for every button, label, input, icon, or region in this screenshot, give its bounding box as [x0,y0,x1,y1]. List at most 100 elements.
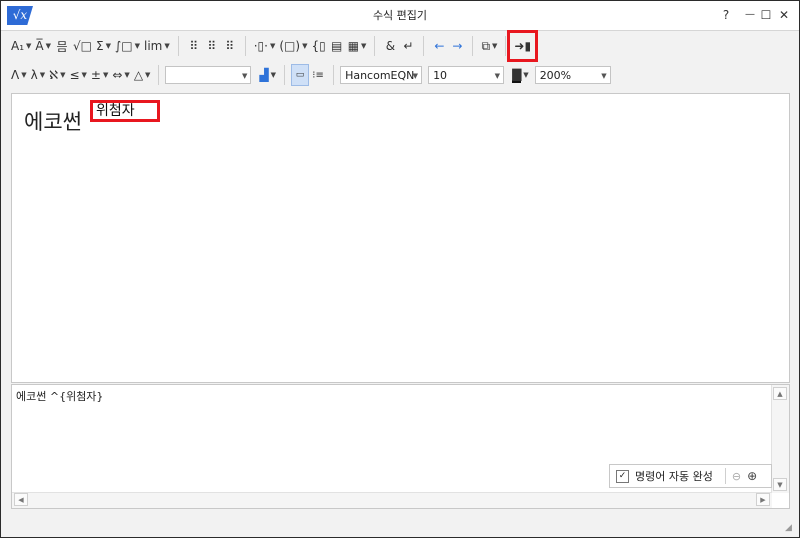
operator-button[interactable]: ± ▼ [89,64,110,86]
scroll-down-arrow-icon[interactable]: ▼ [773,478,787,491]
help-button[interactable]: ? [715,6,737,24]
bracket-icon-3: {▯ [311,39,326,53]
font-combo[interactable]: HancomEQN ▼ [340,66,423,84]
hebrew-symbol-button[interactable]: ℵ ▼ [47,64,67,86]
chevron-down-icon: ▼ [302,42,308,50]
bracket-button-3[interactable]: {▯ [309,35,327,57]
scroll-up-arrow-icon[interactable]: ▲ [773,387,787,400]
hebrew-symbol-icon: ℵ [49,68,59,82]
bracket-button-1[interactable]: ·▯· ▼ [252,35,278,57]
zoom-out-icon[interactable]: ⊖ [732,470,741,483]
chevron-down-icon: ▼ [102,71,109,79]
chevron-down-icon: ▼ [105,42,111,50]
equation-canvas[interactable]: 에코썬 위첨자 [11,93,790,383]
font-color-icon: ▇ [512,66,522,83]
zoom-combo-value: 200% [539,69,572,82]
greek-lower-button[interactable]: λ ▼ [29,64,48,86]
equation-editor-window: √x 수식 편집기 ? — ☐ ✕ A₁ ▼ A̅ ▼ 믐 √□ Σ ▼ ∫□ ▼ lim ▼ ⠿ ⠿ ⠿ ·… [0,0,800,538]
line-spacing-icon: ⁝≡ [312,69,324,81]
chevron-down-icon: ▼ [270,71,277,79]
scroll-left-arrow-icon[interactable]: ◀ [14,493,28,506]
chevron-down-icon: ▼ [601,72,607,80]
chevron-down-icon: ▼ [81,71,87,79]
root-icon: √□ [73,39,93,53]
symbol-buttons: Λ ▼ λ ▼ ℵ ▼ ≤ ▼ ± ▼ ⇔ ▼ △ ▼ [9,64,152,86]
toolbar-separator [158,65,160,85]
matrix-grid-button[interactable]: ▤ [328,35,346,57]
greek-upper-button[interactable]: Λ ▼ [9,64,29,86]
font-color-button[interactable]: ▇ ▼ [510,64,531,86]
equation-superscript-box[interactable]: 위첨자 [90,100,160,122]
chevron-down-icon: ▼ [523,71,529,79]
resize-grip-icon[interactable]: ◢ [785,523,795,533]
toolbar-row-2: Λ ▼ λ ▼ ℵ ▼ ≤ ▼ ± ▼ ⇔ ▼ △ ▼ ▼ ▟ ▼ ▭ ⁝≡ HancomEQN ▼ 10 … [9,61,617,89]
integral-button[interactable]: ∫□ ▼ [113,35,142,57]
chevron-down-icon: ▼ [60,71,66,79]
newline-button[interactable]: ↵ [399,35,417,57]
scroll-right-arrow-icon[interactable]: ▶ [756,493,770,506]
close-button[interactable]: ✕ [773,6,795,24]
insert-function-icon: ⧉ [481,38,491,53]
equation-base-text: 에코썬 [24,110,82,134]
autocomplete-panel: ✓ 명령어 자동 완성 ⊖ ⊕ [609,464,772,488]
display-mode-icon: ▭ [295,70,305,80]
text-color-button[interactable]: ▟ ▼ [257,64,278,86]
bracket-icon-2: (□) [279,39,301,53]
color-person-icon: ▟ [259,68,269,82]
autocomplete-checkbox[interactable]: ✓ [616,469,629,483]
chevron-down-icon: ▼ [26,42,32,50]
sum-icon: Σ [96,39,104,53]
align-ampersand-button[interactable]: & [381,35,399,57]
toolbar-separator [472,36,474,56]
toolbar-separator [244,36,246,56]
font-size-combo[interactable]: 10 ▼ [428,66,505,84]
matrix-button-1[interactable]: ⠿ [185,35,203,57]
line-spacing-button[interactable]: ⁝≡ [309,64,327,86]
chevron-down-icon: ▼ [124,71,130,79]
next-button[interactable]: → [448,35,466,57]
align-ampersand-icon: & [385,39,396,53]
toolbar-separator [333,65,335,85]
matrix-icon-2: ⠿ [207,39,217,53]
zoom-combo[interactable]: 200% ▼ [534,66,611,84]
newline-icon: ↵ [403,39,414,53]
misc-symbol-button[interactable]: △ ▼ [132,64,153,86]
chevron-down-icon: ▼ [361,42,367,50]
matrix-button-2[interactable]: ⠿ [203,35,221,57]
matrix-icon-3: ⠿ [225,39,235,53]
vertical-scrollbar[interactable]: ▲ ▼ [771,385,789,493]
chevron-down-icon: ▼ [134,42,140,50]
limit-button[interactable]: lim ▼ [142,35,172,57]
window-title: 수식 편집기 [372,9,428,22]
horizontal-scrollbar[interactable]: ◀ ▶ [12,492,772,508]
chevron-down-icon: ▼ [269,42,276,50]
toolbar-separator [505,36,507,56]
root-button[interactable]: √□ [71,35,94,57]
subscript-superscript-button[interactable]: A₁ ▼ [9,35,33,57]
relation-button[interactable]: ≤ ▼ [67,64,88,86]
subscript-superscript-icon: A₁ [11,39,25,53]
fraction-button[interactable]: 믐 [53,35,71,57]
matrix-button-3[interactable]: ⠿ [221,35,239,57]
script-editor[interactable]: 에코썬 ^{위첨자} ▲ ▼ ✓ 명령어 자동 완성 ⊖ ⊕ ◀ ▶ [11,384,790,509]
chevron-down-icon: ▼ [494,72,501,80]
display-mode-button[interactable]: ▭ [291,64,310,86]
greek-lower-icon: λ [30,68,38,82]
chevron-down-icon: ▼ [492,42,498,50]
toolbar-separator [284,65,286,85]
sum-button[interactable]: Σ ▼ [94,35,113,57]
save-exit-button[interactable]: ➜▮ [507,30,538,62]
bracket-button-2[interactable]: (□) ▼ [277,35,309,57]
panel-divider [724,468,726,484]
zoom-in-icon[interactable]: ⊕ [747,469,757,483]
matrix-grid-button-2[interactable]: ▦ ▼ [346,35,369,57]
autocomplete-label: 명령어 자동 완성 [635,470,713,483]
toolbar-separator [177,36,179,56]
decoration-button[interactable]: A̅ ▼ [33,35,53,57]
arrow-icon: ⇔ [112,68,123,82]
style-combo[interactable]: ▼ [165,66,252,84]
fraction-icon: 믐 [56,39,68,54]
prev-button[interactable]: ← [430,35,448,57]
arrow-button[interactable]: ⇔ ▼ [110,64,131,86]
insert-function-button[interactable]: ⧉ ▼ [479,35,499,57]
